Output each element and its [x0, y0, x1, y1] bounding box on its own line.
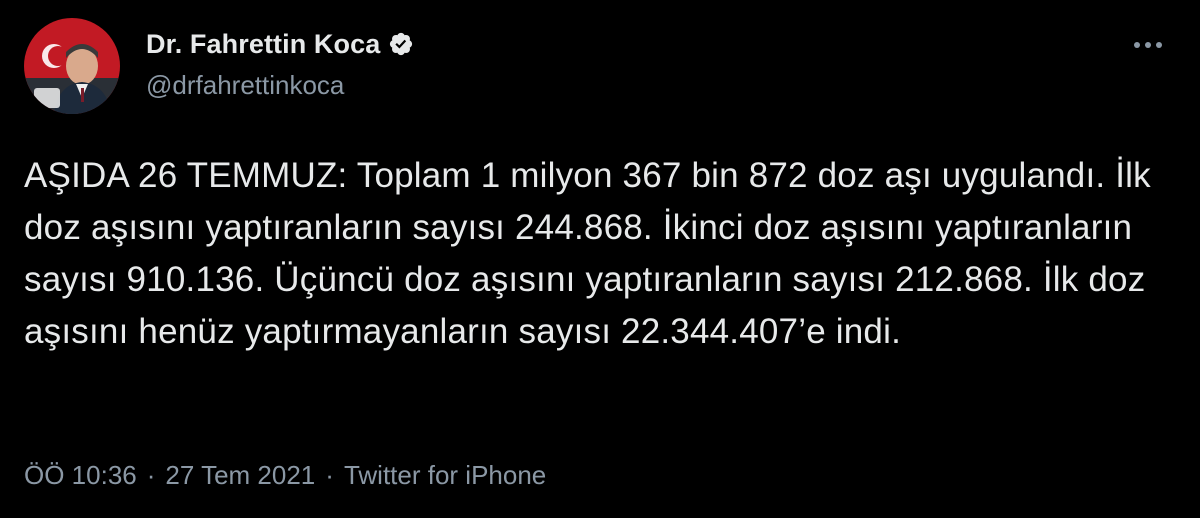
verified-badge-icon: [388, 31, 414, 57]
more-horizontal-icon: [1134, 42, 1162, 48]
author-name-row[interactable]: Dr. Fahrettin Koca: [146, 24, 414, 64]
more-options-button[interactable]: [1126, 30, 1170, 60]
tweet-text: AŞIDA 26 TEMMUZ: Toplam 1 milyon 367 bin…: [24, 156, 1151, 351]
tweet-meta: ÖÖ 10:36 · 27 Tem 2021 · Twitter for iPh…: [24, 460, 546, 491]
author-name[interactable]: Dr. Fahrettin Koca: [146, 29, 380, 60]
meta-separator: ·: [325, 460, 334, 490]
tweet-time[interactable]: ÖÖ 10:36: [24, 460, 137, 491]
avatar[interactable]: [24, 18, 120, 114]
author-handle[interactable]: @drfahrettinkoca: [146, 70, 344, 101]
meta-separator: ·: [146, 460, 156, 490]
tweet-source[interactable]: Twitter for iPhone: [344, 460, 546, 491]
tweet-date[interactable]: 27 Tem 2021: [165, 460, 315, 491]
tweet-card: Dr. Fahrettin Koca @drfahrettinkoca AŞID…: [0, 0, 1200, 518]
